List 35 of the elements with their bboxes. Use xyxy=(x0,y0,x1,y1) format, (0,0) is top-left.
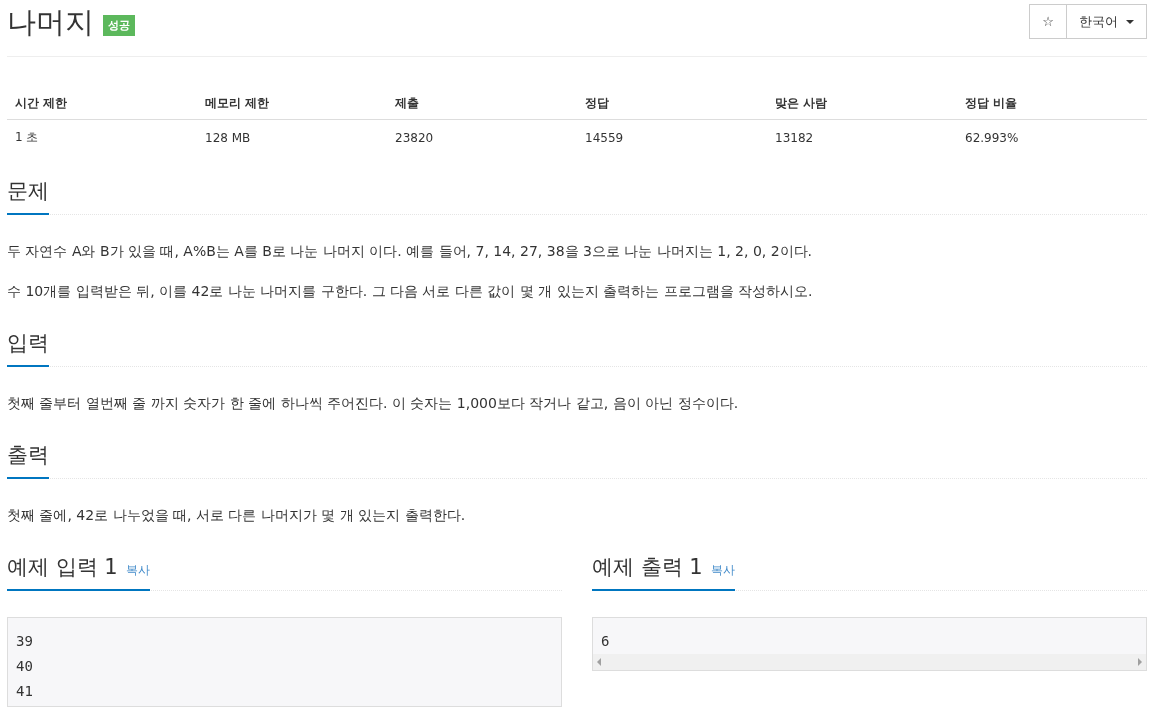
code-line: 39 xyxy=(16,632,34,651)
star-button[interactable]: ☆ xyxy=(1029,4,1067,39)
scroll-right-icon[interactable] xyxy=(1138,658,1142,666)
code-line: 41 xyxy=(16,682,34,701)
scroll-left-icon[interactable] xyxy=(597,658,601,666)
section-heading: 문제 xyxy=(7,169,49,215)
table-cell: 62.993% xyxy=(957,119,1147,155)
column-header: 제출 xyxy=(387,91,577,120)
paragraph: 두 자연수 A와 B가 있을 때, A%B는 A를 B로 나눈 나머지 이다. 예를 들어, 7, 14, 27, 38을 3으로 나눈 나머지는 1, 2, 0, 2이다. xyxy=(7,242,814,261)
column-header: 맞은 사람 xyxy=(767,91,957,120)
page-title: 나머지 xyxy=(7,4,94,40)
horizontal-scrollbar[interactable] xyxy=(593,654,1146,670)
code-line: 40 xyxy=(16,657,34,676)
paragraph: 첫째 줄부터 열번째 줄 까지 숫자가 한 줄에 하나씩 주어진다. 이 숫자는 1,000보다 작거나 같고, 음이 아닌 정수이다. xyxy=(7,394,740,413)
section-heading: 예제 입력 1 복사 xyxy=(7,545,150,591)
language-dropdown[interactable]: 한국어 xyxy=(1067,4,1147,39)
table-cell: 14559 xyxy=(577,119,767,155)
column-header: 정답 비율 xyxy=(957,91,1147,120)
copy-link[interactable]: 복사 xyxy=(125,563,150,577)
code-line: 6 xyxy=(601,632,611,651)
copy-link[interactable]: 복사 xyxy=(710,563,735,577)
table-cell: 23820 xyxy=(387,119,577,155)
column-header: 정답 xyxy=(577,91,767,120)
caret-icon xyxy=(1126,19,1134,24)
table-cell: 1 초 xyxy=(7,119,197,155)
section-heading: 입력 xyxy=(7,321,49,367)
status-badge: 성공 xyxy=(103,14,135,36)
table-cell: 128 MB xyxy=(197,119,387,155)
paragraph: 수 10개를 입력받은 뒤, 이를 42로 나눈 나머지를 구한다. 그 다음 서로 다른 값이 몇 개 있는지 출력하는 프로그램을 작성하시오. xyxy=(7,282,814,301)
table-cell: 13182 xyxy=(767,119,957,155)
section-heading: 예제 출력 1 복사 xyxy=(592,545,735,591)
section-heading: 출력 xyxy=(7,433,49,479)
column-header: 시간 제한 xyxy=(7,91,197,120)
paragraph: 첫째 줄에, 42로 나누었을 때, 서로 다른 나머지가 몇 개 있는지 출력한다. xyxy=(7,506,467,525)
column-header: 메모리 제한 xyxy=(197,91,387,120)
